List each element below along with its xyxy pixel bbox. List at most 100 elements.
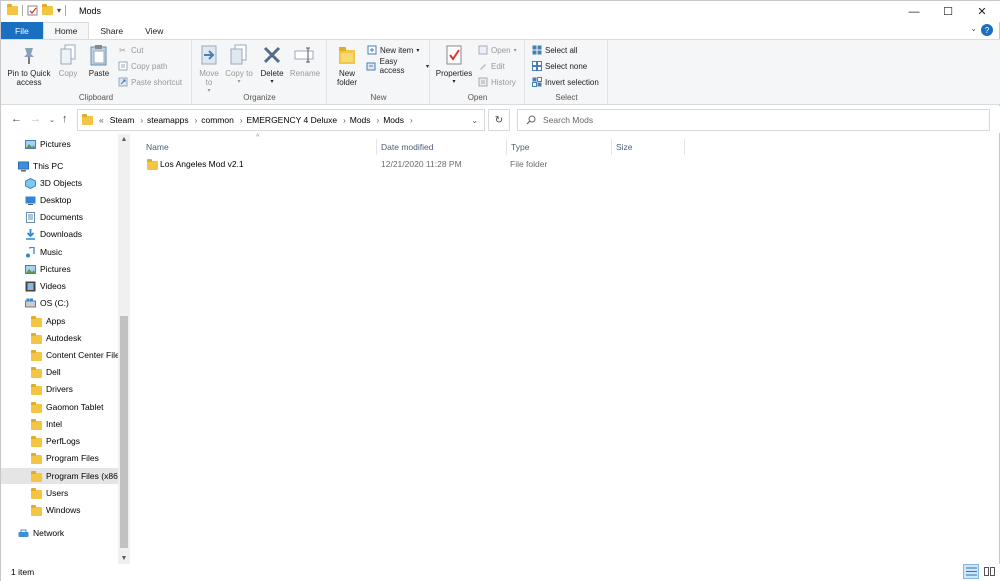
scroll-down-icon[interactable]: ▼ (118, 555, 130, 562)
sidebar-item-apps[interactable]: Apps (1, 313, 118, 329)
chevron-right-icon[interactable]: › (377, 116, 380, 125)
scroll-up-icon[interactable]: ▲ (118, 136, 130, 143)
address-bar[interactable]: « Steam › steamapps › common › EMERGENCY 4 … (77, 109, 485, 131)
properties-qat-icon[interactable] (27, 5, 38, 16)
sidebar-item-intel[interactable]: Intel (1, 416, 118, 432)
tab-home[interactable]: Home (42, 22, 90, 39)
sidebar-item-content-center-files[interactable]: Content Center Files (1, 347, 118, 363)
tab-view[interactable]: View (134, 22, 174, 39)
sidebar-item-dell[interactable]: Dell (1, 364, 118, 380)
folder-icon (147, 159, 158, 170)
chevron-right-icon[interactable]: › (140, 116, 143, 125)
chevron-right-icon[interactable]: › (410, 116, 413, 125)
sidebar-item-os-c[interactable]: OS (C:) (1, 295, 118, 311)
file-name: Los Angeles Mod v2.1 (160, 159, 244, 169)
sidebar-item-documents[interactable]: Documents (1, 209, 118, 225)
copy-button[interactable]: Copy (56, 43, 80, 78)
network-icon (18, 528, 29, 539)
sidebar-item-gaomon-tablet[interactable]: Gaomon Tablet (1, 399, 118, 415)
maximize-button[interactable]: ☐ (931, 1, 965, 22)
breadcrumb-emergency[interactable]: EMERGENCY 4 Deluxe › (247, 115, 346, 125)
search-icon (526, 115, 536, 125)
sidebar-item-perflogs[interactable]: PerfLogs (1, 433, 118, 449)
history-button[interactable]: History (477, 75, 516, 89)
properties-button[interactable]: Properties ▾ (433, 43, 475, 87)
chevron-right-icon[interactable]: › (343, 116, 346, 125)
new-folder-button[interactable]: New folder (332, 43, 362, 87)
customize-qat-icon[interactable]: ▾ (57, 6, 61, 15)
up-arrow-icon[interactable]: ↑ (62, 113, 68, 125)
copy-path-button[interactable]: Copy path (117, 59, 167, 73)
address-history-dropdown-icon[interactable]: ⌄ (471, 116, 478, 125)
sidebar-item-program-files[interactable]: Program Files (1, 450, 118, 466)
chevron-right-icon[interactable]: › (195, 116, 198, 125)
minimize-button[interactable]: — (897, 1, 931, 22)
invert-selection-button[interactable]: Invert selection (531, 75, 599, 89)
sidebar-item-downloads[interactable]: Downloads (1, 226, 118, 242)
breadcrumb-mods-current[interactable]: Mods › (383, 115, 412, 125)
sidebar-item-pictures[interactable]: Pictures (1, 136, 118, 152)
column-header-name[interactable]: Name (142, 139, 377, 155)
search-input[interactable]: Search Mods (543, 115, 593, 125)
sidebar-item-windows[interactable]: Windows (1, 502, 118, 518)
desktop-icon (25, 195, 36, 206)
details-view-button[interactable] (963, 564, 979, 579)
back-arrow-icon[interactable]: ← (11, 113, 22, 125)
sidebar-item-label: Videos (40, 281, 66, 291)
nav-pane-scrollbar[interactable]: ▲ ▼ (118, 134, 130, 564)
open-group: Properties ▾ Open ▾ Edit History Open (431, 40, 525, 104)
new-item-button[interactable]: New item ▾ (366, 43, 419, 57)
search-box[interactable]: Search Mods (517, 109, 990, 131)
sidebar-item-label: Pictures (40, 264, 71, 274)
chevron-right-icon[interactable]: › (240, 116, 243, 125)
sidebar-item-music[interactable]: Music (1, 244, 118, 260)
sidebar-item-label: OS (C:) (40, 298, 69, 308)
cut-button[interactable]: ✂ Cut (117, 43, 143, 57)
breadcrumb-overflow[interactable]: « (99, 115, 104, 125)
help-icon[interactable]: ? (981, 24, 993, 36)
sidebar-item-program-files-x86[interactable]: Program Files (x86) (1, 468, 118, 484)
select-none-button[interactable]: Select none (531, 59, 587, 73)
rename-button[interactable]: Rename (289, 43, 321, 78)
column-header-date-modified[interactable]: Date modified (377, 139, 507, 155)
select-all-button[interactable]: Select all (531, 43, 577, 57)
move-to-button[interactable]: Move to ▾ (195, 43, 223, 96)
breadcrumb-mods-parent[interactable]: Mods › (350, 115, 379, 125)
edit-button[interactable]: Edit (477, 59, 505, 73)
recent-locations-chevron-icon[interactable]: ⌄ (49, 116, 55, 124)
scrollbar-thumb[interactable] (120, 316, 128, 548)
sidebar-item-videos[interactable]: Videos (1, 278, 118, 294)
sidebar-item-pictures[interactable]: Pictures (1, 261, 118, 277)
paste-button[interactable]: Paste (85, 43, 113, 78)
open-button[interactable]: Open ▾ (477, 43, 517, 57)
sidebar-item-desktop[interactable]: Desktop (1, 192, 118, 208)
column-header-size[interactable]: Size (612, 139, 685, 155)
sidebar-item-drivers[interactable]: Drivers (1, 381, 118, 397)
breadcrumb-steam[interactable]: Steam › (110, 115, 143, 125)
close-button[interactable]: ✕ (965, 1, 999, 22)
refresh-button[interactable]: ↻ (488, 109, 510, 131)
collapse-ribbon-icon[interactable]: ⌄ (970, 24, 977, 33)
tab-file[interactable]: File (1, 22, 43, 39)
new-folder-qat-icon[interactable] (42, 4, 53, 15)
breadcrumb-common[interactable]: common › (201, 115, 242, 125)
sidebar-item-this-pc[interactable]: This PC (1, 158, 118, 174)
easy-access-button[interactable]: Easy access ▾ (366, 57, 429, 75)
sidebar-item-autodesk[interactable]: Autodesk (1, 330, 118, 346)
file-row[interactable]: Los Angeles Mod v2.1 12/21/2020 11:28 PM… (142, 157, 682, 174)
column-header-type[interactable]: Type (507, 139, 612, 155)
tab-share[interactable]: Share (89, 22, 134, 39)
sidebar-item-network[interactable]: Network (1, 525, 118, 541)
breadcrumb-steamapps[interactable]: steamapps › (147, 115, 197, 125)
sidebar-item-users[interactable]: Users (1, 485, 118, 501)
forward-arrow-icon[interactable]: → (30, 113, 41, 125)
paste-shortcut-button[interactable]: Paste shortcut (117, 75, 182, 89)
folder-icon (7, 4, 18, 15)
copy-to-button[interactable]: Copy to ▾ (225, 43, 253, 87)
sidebar-item-label: Pictures (40, 139, 71, 149)
delete-button[interactable]: Delete ▾ (259, 43, 285, 87)
sidebar-item-label: Program Files (46, 453, 99, 463)
large-icons-view-button[interactable] (981, 564, 997, 579)
pin-to-quick-access-button[interactable]: Pin to Quick access (5, 43, 53, 87)
sidebar-item-3d-objects[interactable]: 3D Objects (1, 175, 118, 191)
